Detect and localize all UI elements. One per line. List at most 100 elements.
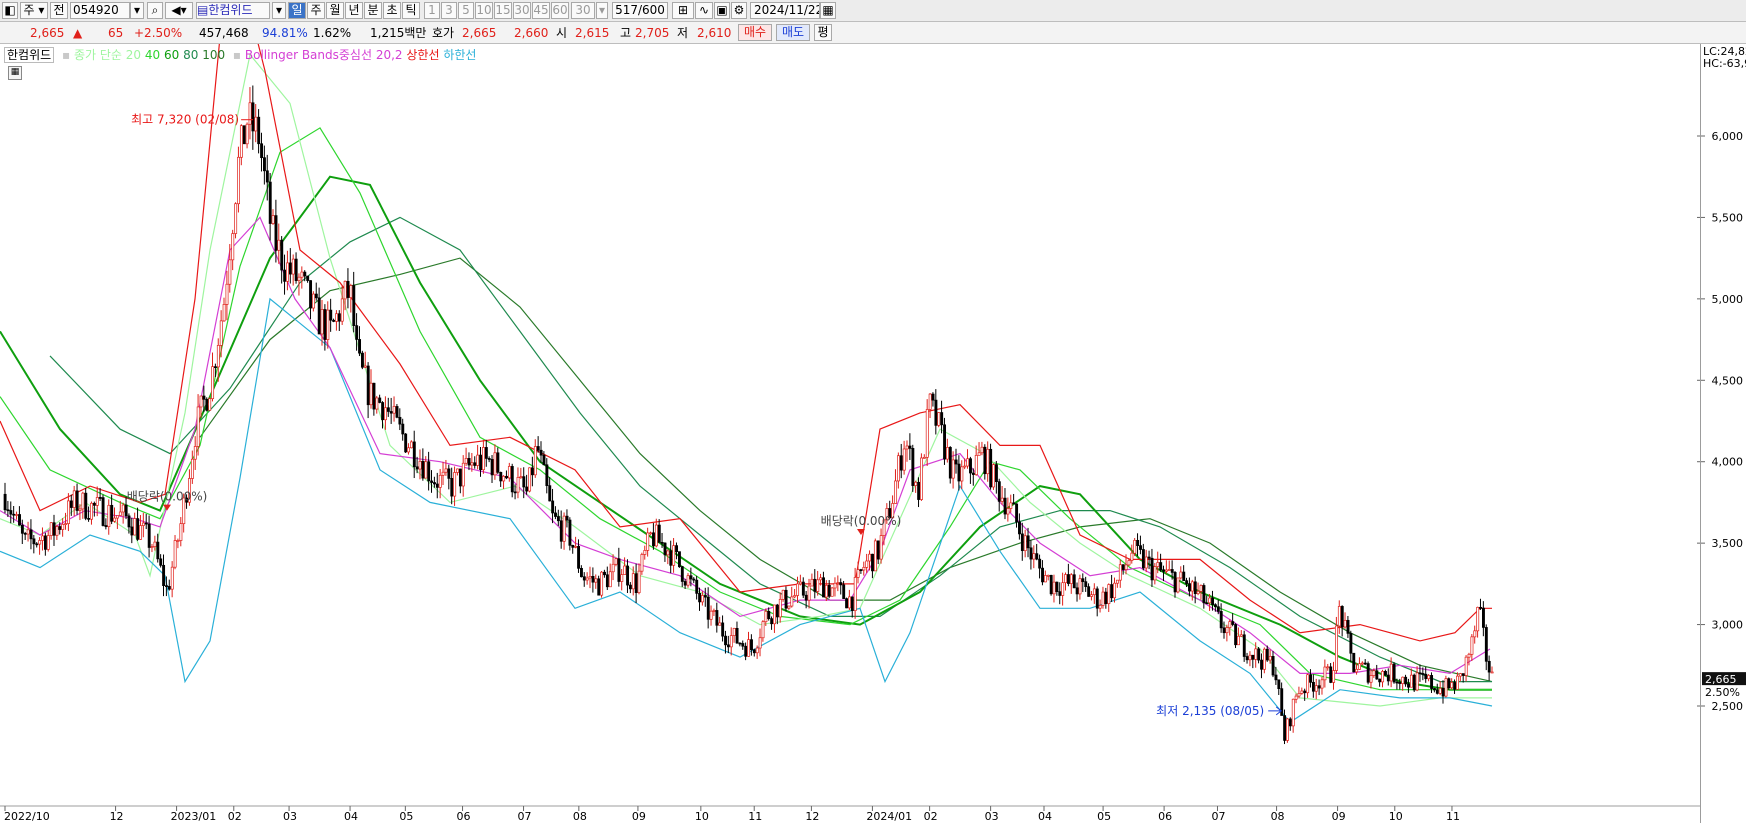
candle-body [626, 565, 630, 586]
stock-name-field[interactable]: ▤한컴위드 [196, 2, 270, 19]
gear-icon[interactable]: ⚙ [731, 2, 747, 19]
legend-stock-name[interactable]: 한컴위드 [4, 47, 55, 63]
candle-body [1349, 633, 1353, 654]
candle-body [1384, 671, 1387, 676]
candle-body [456, 468, 459, 473]
candle-body [1303, 690, 1307, 694]
candle-body [1487, 660, 1491, 673]
tab-year[interactable]: 년 [345, 2, 363, 19]
interval-5[interactable]: 5 [458, 2, 474, 19]
stock-code-input[interactable]: 054920 [70, 2, 130, 19]
candle-body [1424, 673, 1428, 680]
candle-body [531, 467, 534, 476]
interval-dropdown-icon[interactable]: ▾ [596, 2, 608, 19]
candle-body [101, 497, 105, 526]
x-tick-label: 09 [632, 810, 646, 823]
trend-icon[interactable]: ∿ [695, 2, 713, 19]
chart-type-icon[interactable]: ⊞ [672, 2, 694, 19]
candle-body [701, 595, 704, 603]
count-value: 517 [615, 3, 638, 17]
candle-body [989, 448, 993, 488]
tab-week[interactable]: 주 [307, 2, 325, 19]
tab-day[interactable]: 일 [288, 2, 306, 19]
dividend-annotation: 배당락(0.00%) [127, 490, 208, 504]
open-price: 2,615 [575, 26, 610, 40]
candle-body [873, 540, 877, 572]
tab-minute[interactable]: 분 [364, 2, 382, 19]
candle-body [64, 523, 68, 525]
prev-button[interactable]: 전 [50, 2, 68, 19]
candle-body [337, 313, 341, 322]
candle-body [1283, 715, 1287, 741]
search-icon[interactable]: ⌕ [147, 2, 163, 19]
candle-body [159, 558, 163, 566]
candle-body [1430, 675, 1434, 689]
y-axis-labels: 6,000 5,500 5,000 4,500 4,000 3,500 3,000 2,500… [1701, 130, 1746, 713]
name-dropdown-icon[interactable]: ▾ [272, 2, 286, 19]
x-tick-label: 09 [1332, 810, 1346, 823]
candle-body [796, 583, 800, 596]
candle-body [1170, 569, 1174, 573]
candle-body [580, 567, 583, 578]
chart-settings-icon[interactable]: ▦ [8, 66, 22, 80]
candle-body [438, 474, 442, 488]
candle-body [1274, 674, 1278, 681]
date-input[interactable]: 2024/11/22 [750, 2, 820, 19]
candle-body [695, 579, 699, 594]
candle-body [52, 522, 56, 536]
calendar-icon[interactable]: ▦ [820, 2, 836, 19]
candle-body [905, 445, 909, 450]
interval-1[interactable]: 1 [424, 2, 440, 19]
sell-button[interactable]: 매도 [776, 24, 810, 41]
market-select[interactable]: 주 ▾ [20, 2, 48, 19]
interval-input[interactable]: 30 [571, 2, 595, 19]
candle-body [845, 598, 849, 609]
tab-tick[interactable]: 틱 [402, 2, 420, 19]
candle-body [1222, 627, 1226, 634]
price-chart[interactable]: 2022/10 12 2023/01 02 03 04 05 06 07 08 09 10 11 12 20… [0, 44, 1746, 823]
interval-10[interactable]: 10 [475, 2, 493, 19]
candle-body [1118, 564, 1122, 581]
code-dropdown-icon[interactable]: ▾ [130, 2, 144, 19]
candle-body [1438, 687, 1442, 694]
candle-body [1314, 685, 1318, 692]
interval-30[interactable]: 30 [513, 2, 531, 19]
tab-month[interactable]: 월 [326, 2, 344, 19]
candle-body [104, 525, 108, 528]
candle-body [447, 468, 451, 479]
candle-body [398, 416, 402, 425]
candle-body [548, 485, 552, 502]
candle-body [781, 589, 785, 600]
candle-body [827, 584, 831, 597]
candle-body [476, 454, 480, 466]
buy-button[interactable]: 매수 [738, 24, 772, 41]
save-icon[interactable]: ▣ [714, 2, 730, 19]
candle-body [1239, 634, 1243, 637]
candle-body [614, 558, 618, 565]
candle-body [277, 239, 281, 251]
interval-15[interactable]: 15 [494, 2, 512, 19]
interval-3[interactable]: 3 [441, 2, 457, 19]
candle-body [747, 639, 751, 657]
candle-body [724, 635, 727, 646]
sound-icon[interactable]: ◀▾ [165, 2, 193, 19]
candle-body [761, 621, 765, 639]
candle-body [1188, 583, 1191, 592]
window-menu-icon[interactable]: ◧ [2, 2, 18, 19]
candle-body [513, 491, 517, 494]
candle-body [133, 518, 137, 536]
candle-body [18, 514, 21, 526]
stock-name: 한컴위드 [208, 3, 253, 17]
candle-body [84, 492, 88, 519]
interval-45[interactable]: 45 [532, 2, 550, 19]
eval-button[interactable]: 평 [814, 24, 832, 41]
count-input[interactable]: 517/600 [612, 2, 668, 19]
candle-body [963, 465, 967, 468]
interval-60[interactable]: 60 [551, 2, 569, 19]
candle-body [314, 293, 318, 299]
candle-body [502, 475, 506, 482]
candle-body [1473, 630, 1477, 638]
candle-body [545, 464, 549, 487]
tab-second[interactable]: 초 [383, 2, 401, 19]
candle-body [118, 511, 122, 516]
